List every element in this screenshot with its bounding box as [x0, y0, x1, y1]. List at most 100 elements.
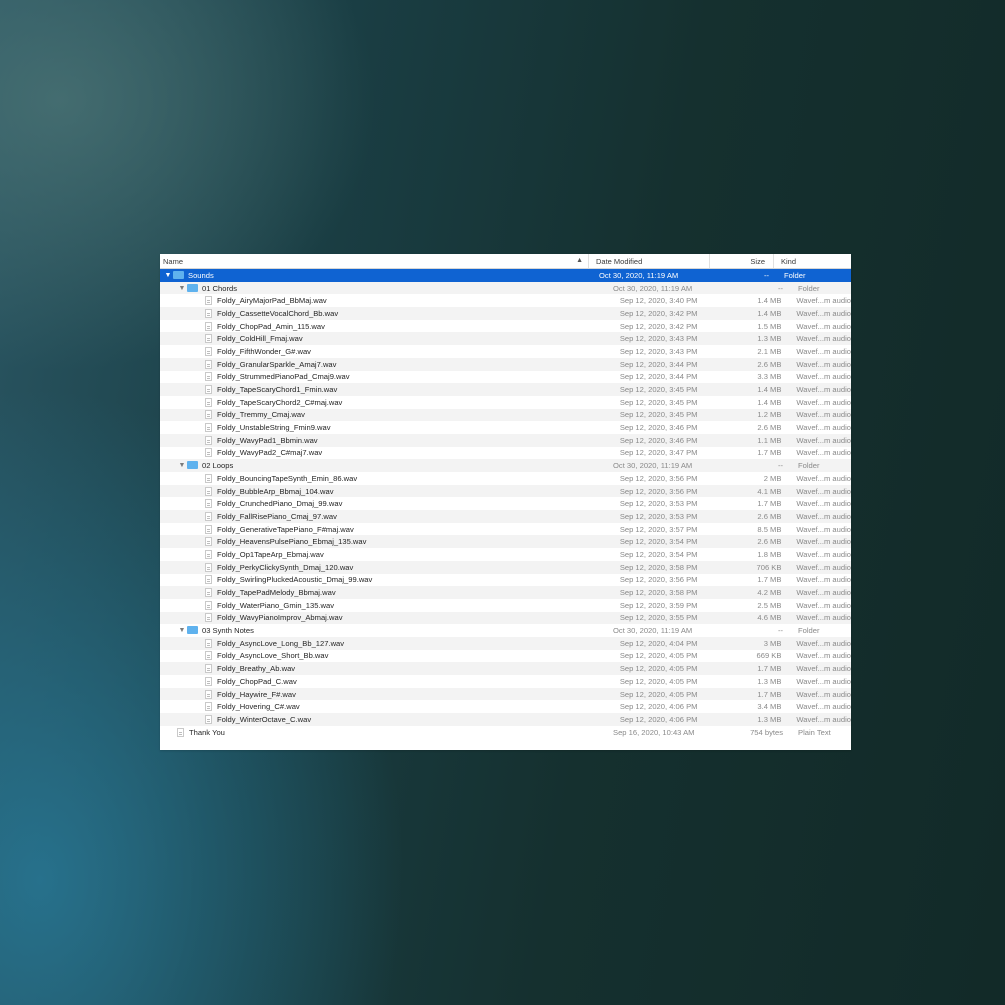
file-row[interactable]: Foldy_StrummedPianoPad_Cmaj9.wav Sep 12, … — [160, 371, 851, 384]
size-cell: 4.1 MB — [757, 486, 782, 496]
folder-row[interactable]: ▼ 02 Loops Oct 30, 2020, 11:19 AM -- Folder — [160, 459, 851, 472]
file-row[interactable]: Foldy_Tremmy_Cmaj.wav Sep 12, 2020, 3:45 … — [160, 408, 851, 422]
file-row[interactable]: Foldy_PerkyClickySynth_Dmaj_120.wav Sep 1… — [160, 560, 851, 574]
item-name: Foldy_CassetteVocalChord_Bb.wav — [217, 308, 339, 318]
file-row[interactable]: Foldy_GenerativeTapePiano_F#maj.wav Sep 1… — [160, 523, 851, 536]
size-cell: 2.6 MB — [757, 423, 782, 433]
folder-icon — [187, 461, 198, 470]
kind-cell: Wavef...m audio — [796, 689, 851, 699]
kind-cell: Folder — [798, 461, 820, 471]
file-row[interactable]: Foldy_BubbleArp_Bbmaj_104.wav Sep 12, 202… — [160, 484, 851, 498]
column-header-size-label: Size — [750, 256, 765, 266]
file-row[interactable]: Foldy_TapeScaryChord2_C#maj.wav Sep 12, 2… — [160, 396, 851, 409]
item-name: Thank You — [189, 727, 225, 737]
file-row[interactable]: Foldy_WavyPianoImprov_Abmaj.wav Sep 12, 2… — [160, 611, 851, 625]
date-modified-cell: Sep 12, 2020, 3:58 PM — [619, 562, 698, 572]
size-cell: 3 MB — [763, 638, 782, 648]
file-row[interactable]: Foldy_WaterPiano_Gmin_135.wav Sep 12, 202… — [160, 599, 851, 612]
size-cell: 2 MB — [763, 473, 782, 483]
file-row[interactable]: Foldy_HeavensPulsePiano_Ebmaj_135.wav Sep… — [160, 535, 851, 549]
file-row[interactable]: Thank You Sep 16, 2020, 10:43 AM 754 bytes… — [160, 726, 851, 739]
audio-file-icon — [205, 308, 212, 318]
item-name: Foldy_FifthWonder_G#.wav — [217, 346, 311, 356]
file-row[interactable]: Foldy_SwirlingPluckedAcoustic_Dmaj_99.wa… — [160, 574, 851, 587]
disclosure-triangle-icon[interactable]: ▼ — [177, 285, 187, 292]
date-modified-cell: Sep 12, 2020, 3:55 PM — [619, 613, 698, 623]
file-row[interactable]: Foldy_ColdHill_Fmaj.wav Sep 12, 2020, 3:4… — [160, 332, 851, 346]
item-name: 03 Synth Notes — [202, 626, 254, 636]
item-name: Foldy_FallRisePiano_Cmaj_97.wav — [217, 511, 337, 521]
date-modified-cell: Oct 30, 2020, 11:19 AM — [613, 461, 693, 471]
column-header-date-label: Date Modified — [596, 256, 643, 266]
folder-row[interactable]: ▼ Sounds Oct 30, 2020, 11:19 AM -- Folder — [160, 269, 851, 282]
audio-file-icon — [205, 689, 212, 699]
date-modified-cell: Sep 12, 2020, 3:40 PM — [619, 296, 698, 306]
item-name: Foldy_AsyncLove_Long_Bb_127.wav — [217, 638, 345, 648]
audio-file-icon — [205, 296, 212, 306]
file-row[interactable]: Foldy_FallRisePiano_Cmaj_97.wav Sep 12, 2… — [160, 510, 851, 523]
file-row[interactable]: Foldy_BouncingTapeSynth_Emin_86.wav Sep 1… — [160, 472, 851, 485]
name-cell: Foldy_GenerativeTapePiano_F#maj.wav — [160, 524, 613, 534]
kind-cell: Plain Text — [798, 727, 831, 737]
date-modified-cell: Oct 30, 2020, 11:19 AM — [599, 270, 679, 280]
folder-row[interactable]: ▼ 03 Synth Notes Oct 30, 2020, 11:19 AM -- F… — [160, 624, 851, 637]
date-modified-cell: Sep 12, 2020, 4:05 PM — [619, 676, 698, 686]
file-row[interactable]: Foldy_CrunchedPiano_Dmaj_99.wav Sep 12, 2… — [160, 497, 851, 510]
file-row[interactable]: Foldy_TapePadMelody_Bbmaj.wav Sep 12, 202… — [160, 586, 851, 599]
file-row[interactable]: Foldy_WinterOctave_C.wav Sep 12, 2020, 4:… — [160, 713, 851, 726]
file-row[interactable]: Foldy_Haywire_F#.wav Sep 12, 2020, 4:05 P… — [160, 687, 851, 701]
kind-cell: Wavef...m audio — [796, 410, 851, 420]
size-cell: 2.6 MB — [757, 359, 782, 369]
file-row[interactable]: Foldy_AsyncLove_Short_Bb.wav Sep 12, 2020… — [160, 650, 851, 663]
name-cell: Foldy_AsyncLove_Short_Bb.wav — [160, 651, 613, 661]
file-row[interactable]: Foldy_Hovering_C#.wav Sep 12, 2020, 4:06 … — [160, 700, 851, 713]
file-row[interactable]: Foldy_Breathy_Ab.wav Sep 12, 2020, 4:05 P… — [160, 662, 851, 675]
file-row[interactable]: Foldy_ChopPad_Amin_115.wav Sep 12, 2020, … — [160, 320, 851, 333]
file-row[interactable]: Foldy_AiryMajorPad_BbMaj.wav Sep 12, 2020… — [160, 294, 851, 307]
file-row[interactable]: Foldy_ChopPad_C.wav Sep 12, 2020, 4:05 PM… — [160, 675, 851, 688]
disclosure-triangle-icon[interactable]: ▼ — [177, 462, 187, 469]
audio-file-icon — [205, 638, 212, 648]
file-row[interactable]: Foldy_GranularSparkle_Amaj7.wav Sep 12, 2… — [160, 357, 851, 371]
column-header-size[interactable]: Size — [710, 254, 774, 268]
name-cell: Foldy_HeavensPulsePiano_Ebmaj_135.wav — [160, 537, 613, 547]
audio-file-icon — [205, 385, 212, 395]
name-cell: Foldy_CrunchedPiano_Dmaj_99.wav — [160, 499, 613, 509]
file-row[interactable]: Foldy_WavyPad1_Bbmin.wav Sep 12, 2020, 3:… — [160, 433, 851, 447]
name-cell: Foldy_CassetteVocalChord_Bb.wav — [160, 308, 613, 318]
audio-file-icon — [205, 714, 212, 724]
file-row[interactable]: Foldy_WavyPad2_C#maj7.wav Sep 12, 2020, 3… — [160, 447, 851, 460]
column-header-kind[interactable]: Kind — [774, 254, 851, 268]
date-modified-cell: Oct 30, 2020, 11:19 AM — [613, 283, 693, 293]
file-row[interactable]: Foldy_FifthWonder_G#.wav Sep 12, 2020, 3:… — [160, 345, 851, 358]
audio-file-icon — [205, 549, 212, 559]
item-name: Foldy_TapePadMelody_Bbmaj.wav — [217, 588, 336, 598]
date-modified-cell: Sep 12, 2020, 4:04 PM — [619, 638, 698, 648]
file-row[interactable]: Foldy_TapeScaryChord1_Fmin.wav Sep 12, 20… — [160, 383, 851, 396]
item-name: Foldy_CrunchedPiano_Dmaj_99.wav — [217, 499, 343, 509]
item-name: Foldy_GenerativeTapePiano_F#maj.wav — [217, 524, 354, 534]
kind-cell: Wavef...m audio — [796, 702, 851, 712]
size-cell: 1.1 MB — [757, 435, 782, 445]
column-header-date[interactable]: Date Modified — [589, 254, 710, 268]
file-row[interactable]: Foldy_AsyncLove_Long_Bb_127.wav Sep 12, 2… — [160, 636, 851, 650]
disclosure-triangle-icon[interactable]: ▼ — [163, 272, 173, 279]
item-name: Foldy_ColdHill_Fmaj.wav — [217, 334, 303, 344]
column-header-name[interactable]: Name ▲ — [160, 254, 589, 268]
kind-cell: Wavef...m audio — [796, 562, 851, 572]
size-cell: 2.6 MB — [757, 511, 782, 521]
disclosure-triangle-icon[interactable]: ▼ — [177, 627, 187, 634]
file-row[interactable]: Foldy_CassetteVocalChord_Bb.wav Sep 12, 2… — [160, 307, 851, 320]
name-cell: Foldy_WinterOctave_C.wav — [160, 714, 613, 724]
folder-row[interactable]: ▼ 01 Chords Oct 30, 2020, 11:19 AM -- Folder — [160, 281, 851, 295]
item-name: Foldy_Tremmy_Cmaj.wav — [217, 410, 305, 420]
kind-cell: Wavef...m audio — [796, 524, 851, 534]
item-name: Foldy_TapeScaryChord2_C#maj.wav — [217, 397, 343, 407]
item-name: Foldy_WavyPianoImprov_Abmaj.wav — [217, 613, 343, 623]
kind-cell: Wavef...m audio — [796, 676, 851, 686]
folder-icon — [187, 283, 198, 292]
item-name: Foldy_WavyPad2_C#maj7.wav — [217, 448, 323, 458]
size-cell: 1.7 MB — [757, 689, 782, 699]
file-row[interactable]: Foldy_Op1TapeArp_Ebmaj.wav Sep 12, 2020, … — [160, 548, 851, 561]
file-row[interactable]: Foldy_UnstableString_Fmin9.wav Sep 12, 20… — [160, 421, 851, 434]
